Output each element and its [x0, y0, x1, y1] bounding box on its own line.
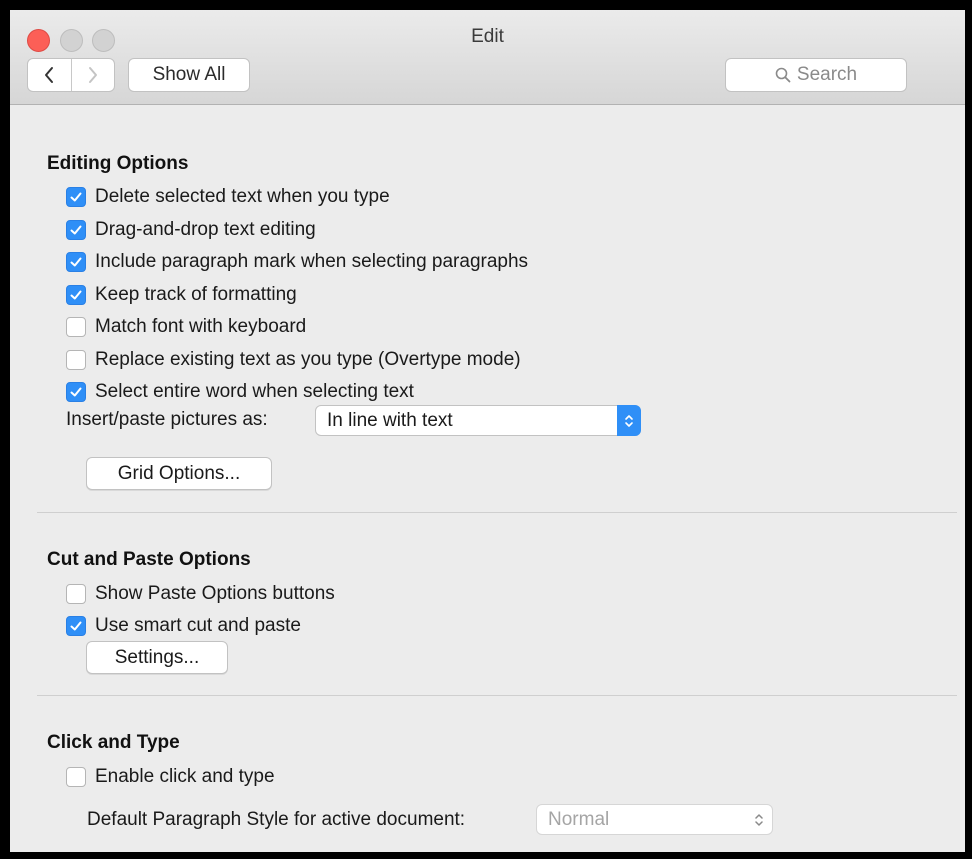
checkbox-option[interactable]: Drag-and-drop text editing: [66, 219, 316, 241]
checkbox-option[interactable]: Replace existing text as you type (Overt…: [66, 349, 521, 371]
checkmark-icon: [70, 257, 82, 267]
select-arrows-icon: [617, 405, 641, 436]
checkbox-unchecked[interactable]: [66, 317, 86, 337]
section-divider: [37, 695, 957, 696]
click-type-heading: Click and Type: [47, 732, 180, 753]
insert-paste-label: Insert/paste pictures as:: [66, 409, 268, 430]
title-bar: Edit Show All Search: [10, 10, 965, 105]
checkbox-checked[interactable]: [66, 616, 86, 636]
checkbox-option[interactable]: Delete selected text when you type: [66, 186, 390, 208]
checkbox-label: Use smart cut and paste: [95, 615, 301, 636]
checkbox-option[interactable]: Use smart cut and paste: [66, 615, 301, 637]
paragraph-style-select[interactable]: Normal: [536, 804, 773, 835]
checkmark-icon: [70, 192, 82, 202]
checkbox-label: Enable click and type: [95, 766, 275, 787]
checkbox-label: Replace existing text as you type (Overt…: [95, 348, 521, 370]
insert-paste-value: In line with text: [327, 409, 453, 431]
checkbox-option[interactable]: Include paragraph mark when selecting pa…: [66, 251, 528, 273]
checkbox-label: Match font with keyboard: [95, 316, 307, 337]
checkbox-option[interactable]: Match font with keyboard: [66, 316, 306, 338]
show-all-button[interactable]: Show All: [128, 58, 250, 92]
checkbox-label: Delete selected text when you type: [95, 186, 390, 207]
checkbox-option[interactable]: Show Paste Options buttons: [66, 583, 335, 605]
checkmark-icon: [70, 621, 82, 631]
checkbox-label: Show Paste Options buttons: [95, 583, 335, 604]
checkbox-label: Drag-and-drop text editing: [95, 218, 316, 240]
preferences-window: Edit Show All Search Editing Options Del…: [10, 10, 965, 852]
checkmark-icon: [70, 225, 82, 234]
paragraph-style-value: Normal: [548, 808, 610, 830]
checkbox-unchecked[interactable]: [66, 349, 86, 370]
checkbox-checked[interactable]: [66, 252, 86, 272]
chevron-left-icon: [45, 67, 54, 83]
checkbox-checked[interactable]: [66, 219, 86, 240]
checkbox-checked[interactable]: [66, 284, 86, 305]
window-title: Edit: [471, 26, 504, 47]
checkbox-option[interactable]: Enable click and type: [66, 766, 275, 788]
insert-paste-select[interactable]: In line with text: [315, 405, 641, 436]
forward-button[interactable]: [70, 59, 115, 91]
cut-paste-heading: Cut and Paste Options: [47, 549, 251, 570]
search-field[interactable]: Search: [725, 58, 907, 92]
editing-options-heading: Editing Options: [47, 153, 189, 174]
checkbox-checked[interactable]: [66, 382, 86, 402]
settings-button[interactable]: Settings...: [86, 641, 228, 674]
checkbox-label: Keep track of formatting: [95, 283, 297, 305]
checkbox-label: Include paragraph mark when selecting pa…: [95, 251, 529, 272]
checkmark-icon: [70, 387, 82, 397]
checkbox-checked[interactable]: [66, 187, 86, 207]
search-placeholder: Search: [796, 64, 858, 85]
checkbox-unchecked[interactable]: [66, 584, 86, 604]
search-icon: [775, 67, 791, 83]
checkbox-unchecked[interactable]: [66, 767, 86, 787]
section-divider: [37, 512, 957, 513]
back-button[interactable]: [28, 59, 71, 91]
checkbox-option[interactable]: Select entire word when selecting text: [66, 381, 414, 403]
checkbox-label: Select entire word when selecting text: [95, 381, 414, 402]
checkbox-option[interactable]: Keep track of formatting: [66, 284, 297, 306]
chevron-right-icon: [88, 67, 97, 83]
select-arrows-icon: [755, 814, 763, 826]
grid-options-button[interactable]: Grid Options...: [86, 457, 272, 490]
paragraph-style-label: Default Paragraph Style for active docum…: [87, 809, 466, 830]
back-forward-group: [27, 58, 115, 92]
checkmark-icon: [70, 290, 82, 299]
preferences-content: Editing Options Delete selected text whe…: [10, 105, 965, 852]
